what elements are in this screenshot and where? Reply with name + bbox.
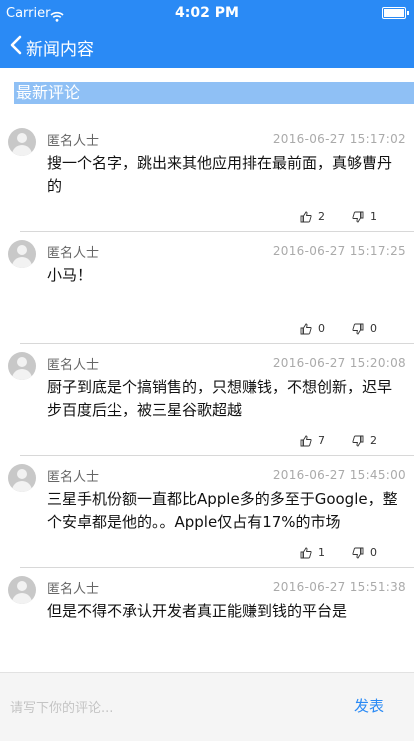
thumbs-down-icon [352, 435, 364, 447]
like-button[interactable]: 2 [300, 210, 352, 223]
default-avatar-icon [8, 128, 36, 156]
dislike-button[interactable]: 2 [352, 434, 404, 447]
like-button[interactable]: 1 [300, 546, 352, 559]
dislike-count: 1 [370, 210, 377, 223]
send-button[interactable]: 发表 [354, 695, 384, 716]
comment-actions: 2 1 [20, 200, 414, 231]
dislike-count: 0 [370, 546, 377, 559]
like-count: 7 [318, 434, 325, 447]
comment-author: 匿名人士 [47, 134, 100, 149]
page-title: 新闻内容 [26, 39, 94, 60]
comment-item: 匿名人士 2016-06-27 15:20:08 厨子到底是个搞销售的，只想赚钱… [8, 344, 414, 456]
comment-author: 匿名人士 [47, 470, 100, 485]
comment-item: 匿名人士 2016-06-27 15:45:00 三星手机份额一直都比Apple… [8, 456, 414, 568]
thumbs-down-icon [352, 211, 364, 223]
comment-timestamp: 2016-06-27 15:20:08 [272, 356, 406, 370]
dislike-button[interactable]: 1 [352, 210, 404, 223]
like-button[interactable]: 0 [300, 322, 352, 335]
default-avatar-icon [8, 352, 36, 380]
thumbs-up-icon [300, 211, 312, 223]
status-bar: Carrier 4:02 PM [0, 0, 414, 26]
battery-icon [382, 7, 409, 19]
like-count: 2 [318, 210, 325, 223]
comment-item: 匿名人士 2016-06-27 15:51:38 但是不得不承认开发者真正能赚到… [8, 568, 414, 648]
comment-actions: 1 0 [20, 536, 414, 567]
comment-list[interactable]: 匿名人士 2016-06-27 15:17:02 搜一个名字，跳出来其他应用排在… [0, 120, 414, 672]
back-button[interactable]: 新闻内容 [10, 34, 94, 60]
like-count: 0 [318, 322, 325, 335]
comment-author: 匿名人士 [47, 246, 100, 261]
comment-item: 匿名人士 2016-06-27 15:17:02 搜一个名字，跳出来其他应用排在… [8, 120, 414, 232]
navigation-bar: 新闻内容 [0, 26, 414, 68]
comment-timestamp: 2016-06-27 15:45:00 [272, 468, 406, 482]
thumbs-up-icon [300, 547, 312, 559]
section-title: 最新评论 [14, 82, 414, 104]
comment-actions: 0 0 [20, 312, 414, 343]
default-avatar-icon [8, 576, 36, 604]
comment-timestamp: 2016-06-27 15:51:38 [272, 580, 406, 594]
default-avatar-icon [8, 240, 36, 268]
chevron-left-icon [10, 35, 22, 59]
comment-timestamp: 2016-06-27 15:17:02 [272, 132, 406, 146]
comment-timestamp: 2016-06-27 15:17:25 [272, 244, 406, 258]
comment-input-bar: 发表 [0, 672, 414, 741]
dislike-button[interactable]: 0 [352, 322, 404, 335]
like-button[interactable]: 7 [300, 434, 352, 447]
dislike-count: 2 [370, 434, 377, 447]
like-count: 1 [318, 546, 325, 559]
comment-author: 匿名人士 [47, 358, 100, 373]
status-time: 4:02 PM [175, 5, 239, 21]
comment-input[interactable] [0, 691, 342, 725]
thumbs-down-icon [352, 547, 364, 559]
default-avatar-icon [8, 464, 36, 492]
thumbs-up-icon [300, 323, 312, 335]
dislike-button[interactable]: 0 [352, 546, 404, 559]
thumbs-down-icon [352, 323, 364, 335]
comment-actions: 7 2 [20, 424, 414, 455]
dislike-count: 0 [370, 322, 377, 335]
thumbs-up-icon [300, 435, 312, 447]
comment-item: 匿名人士 2016-06-27 15:17:25 小马！ 0 0 [8, 232, 414, 344]
comment-author: 匿名人士 [47, 582, 100, 597]
